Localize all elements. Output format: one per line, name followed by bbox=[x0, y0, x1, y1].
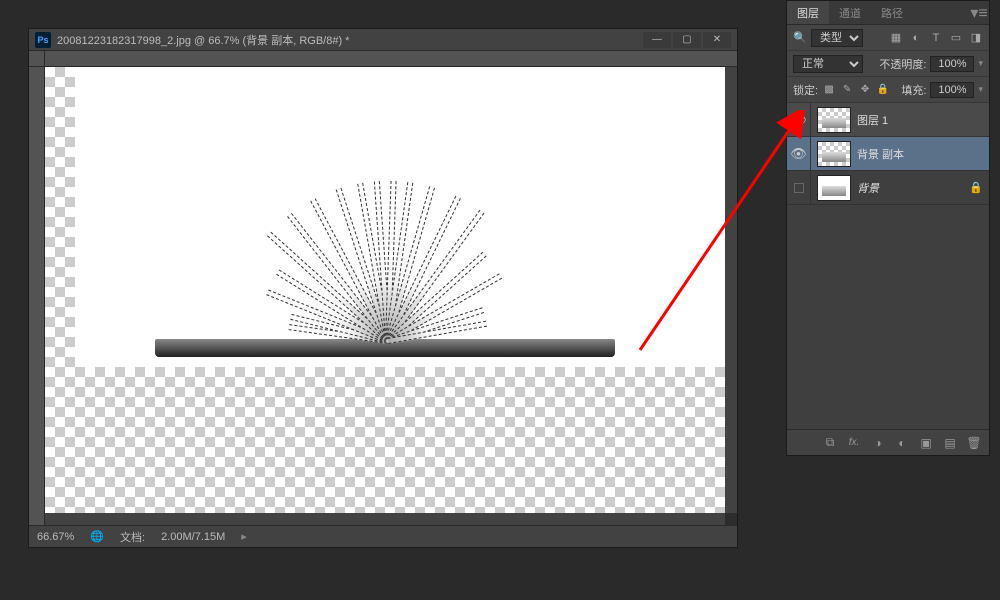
layer-item[interactable]: 👁 背景 副本 bbox=[787, 137, 989, 171]
filter-icons: ▦ ◐ T ▭ ◨ bbox=[889, 31, 983, 45]
lock-all-icon[interactable]: 🔒 bbox=[876, 83, 890, 97]
scrollbar-horizontal[interactable] bbox=[45, 513, 725, 525]
fill-input[interactable] bbox=[930, 82, 974, 98]
ruler-vertical[interactable] bbox=[29, 67, 45, 525]
minimize-button[interactable]: — bbox=[643, 32, 671, 48]
image-opaque-region bbox=[75, 67, 725, 367]
mask-icon[interactable]: ◑ bbox=[871, 436, 885, 450]
lock-row: 锁定: ▩ ✎ ✥ 🔒 填充: ▾ bbox=[787, 77, 989, 103]
visibility-toggle[interactable]: 👁 bbox=[787, 103, 811, 136]
filter-adjust-icon[interactable]: ◐ bbox=[909, 31, 923, 45]
tab-layers[interactable]: 图层 bbox=[787, 1, 829, 24]
filter-smart-icon[interactable]: ◨ bbox=[969, 31, 983, 45]
lock-brush-icon[interactable]: ✎ bbox=[840, 83, 854, 97]
link-layers-icon[interactable]: ⧉ bbox=[823, 436, 837, 450]
canvas-viewport[interactable] bbox=[45, 67, 725, 513]
status-doc-value: 2.00M/7.15M bbox=[161, 531, 225, 543]
adjustment-icon[interactable]: ◐ bbox=[895, 436, 909, 450]
layer-lock-icon: 🔒 bbox=[969, 181, 983, 194]
opacity-label: 不透明度: bbox=[879, 56, 926, 72]
filter-search-icon[interactable]: 🔍 bbox=[793, 31, 807, 45]
delete-layer-icon[interactable]: 🗑 bbox=[967, 436, 981, 450]
close-button[interactable]: ✕ bbox=[703, 32, 731, 48]
layer-thumbnail[interactable] bbox=[817, 175, 851, 201]
fill-arrow-icon[interactable]: ▾ bbox=[978, 84, 983, 95]
status-doc-label: 文档: bbox=[120, 529, 145, 545]
layer-item[interactable]: 背景 🔒 bbox=[787, 171, 989, 205]
layer-name-label[interactable]: 背景 bbox=[857, 180, 969, 196]
document-statusbar: 66.67% 🌐 文档: 2.00M/7.15M ▸ bbox=[29, 525, 737, 547]
layer-filter-row: 🔍 类型 ▦ ◐ T ▭ ◨ bbox=[787, 25, 989, 51]
fx-icon[interactable]: fx. bbox=[847, 436, 861, 450]
layers-panel-footer: ⧉ fx. ◑ ◐ ▣ ▤ 🗑 bbox=[787, 429, 989, 455]
tab-channels[interactable]: 通道 bbox=[829, 1, 871, 24]
opacity-input[interactable] bbox=[930, 56, 974, 72]
lock-transparency-icon[interactable]: ▩ bbox=[822, 83, 836, 97]
filter-pixel-icon[interactable]: ▦ bbox=[889, 31, 903, 45]
transparency-checker bbox=[45, 67, 725, 513]
lock-label: 锁定: bbox=[793, 82, 818, 98]
visibility-toggle[interactable] bbox=[787, 171, 811, 204]
scrollbar-vertical[interactable] bbox=[725, 67, 737, 513]
tab-paths[interactable]: 路径 bbox=[871, 1, 913, 24]
fill-label: 填充: bbox=[901, 82, 926, 98]
document-titlebar[interactable]: Ps 20081223182317998_2.jpg @ 66.7% (背景 副… bbox=[29, 29, 737, 51]
blend-mode-select[interactable]: 正常 bbox=[793, 55, 863, 73]
layer-item[interactable]: 👁 图层 1 bbox=[787, 103, 989, 137]
layer-name-label[interactable]: 背景 副本 bbox=[857, 146, 983, 162]
maximize-button[interactable]: ▢ bbox=[673, 32, 701, 48]
lock-icons-group: ▩ ✎ ✥ 🔒 bbox=[822, 83, 890, 97]
blend-row: 正常 不透明度: ▾ bbox=[787, 51, 989, 77]
lock-move-icon[interactable]: ✥ bbox=[858, 83, 872, 97]
document-title-group: Ps 20081223182317998_2.jpg @ 66.7% (背景 副… bbox=[35, 32, 349, 48]
status-separator: 🌐 bbox=[90, 530, 104, 543]
status-play-icon[interactable]: ▸ bbox=[241, 530, 247, 543]
document-window: Ps 20081223182317998_2.jpg @ 66.7% (背景 副… bbox=[28, 28, 738, 548]
layer-thumbnail[interactable] bbox=[817, 107, 851, 133]
panel-tabs: 图层 通道 路径 ▾≡ bbox=[787, 1, 989, 25]
layer-list: 👁 图层 1 👁 背景 副本 背景 🔒 bbox=[787, 103, 989, 429]
zoom-display[interactable]: 66.67% bbox=[37, 531, 74, 543]
photoshop-badge-icon: Ps bbox=[35, 32, 51, 48]
visibility-toggle[interactable]: 👁 bbox=[787, 137, 811, 170]
book-image bbox=[155, 157, 615, 357]
filter-text-icon[interactable]: T bbox=[929, 31, 943, 45]
group-icon[interactable]: ▣ bbox=[919, 436, 933, 450]
panel-menu-button[interactable]: ▾≡ bbox=[969, 1, 989, 24]
layers-panel: 图层 通道 路径 ▾≡ 🔍 类型 ▦ ◐ T ▭ ◨ 正常 不透明度: ▾ 锁定… bbox=[786, 0, 990, 456]
layer-name-label[interactable]: 图层 1 bbox=[857, 112, 983, 128]
filter-kind-select[interactable]: 类型 bbox=[811, 29, 863, 47]
filter-shape-icon[interactable]: ▭ bbox=[949, 31, 963, 45]
opacity-arrow-icon[interactable]: ▾ bbox=[978, 58, 983, 69]
window-controls: — ▢ ✕ bbox=[643, 32, 731, 48]
new-layer-icon[interactable]: ▤ bbox=[943, 436, 957, 450]
ruler-horizontal[interactable] bbox=[45, 51, 737, 67]
document-title-text: 20081223182317998_2.jpg @ 66.7% (背景 副本, … bbox=[57, 32, 349, 48]
layer-thumbnail[interactable] bbox=[817, 141, 851, 167]
ruler-corner[interactable] bbox=[29, 51, 45, 67]
canvas-area bbox=[29, 51, 737, 525]
